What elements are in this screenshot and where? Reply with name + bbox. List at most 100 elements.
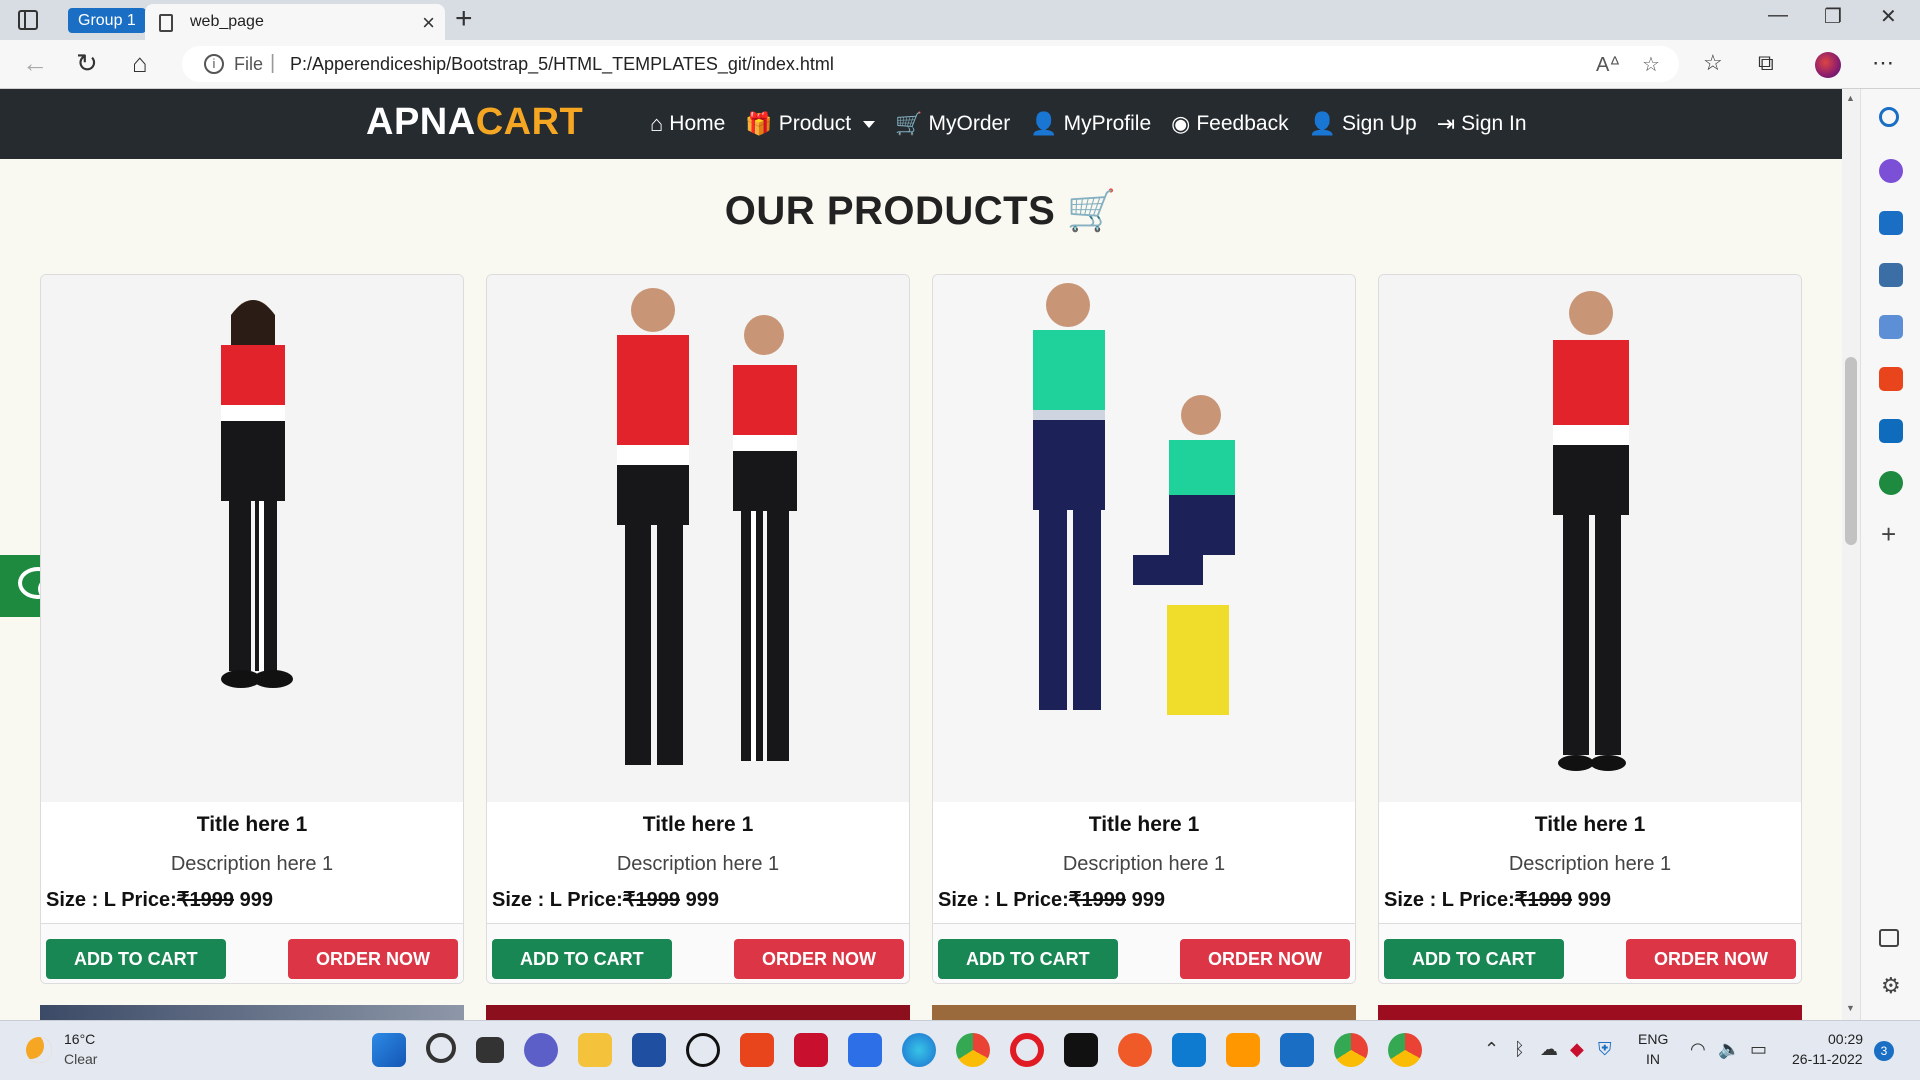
product-image[interactable] xyxy=(933,275,1355,802)
gear-icon[interactable]: ⚙ xyxy=(1881,973,1901,999)
clock-time[interactable]: 00:29 xyxy=(1828,1031,1863,1047)
battery-icon[interactable]: ▭ xyxy=(1750,1039,1767,1060)
next-product-image[interactable] xyxy=(40,1005,464,1020)
intellij-icon[interactable] xyxy=(1064,1033,1098,1067)
cortana-icon[interactable] xyxy=(848,1033,882,1067)
restore-icon[interactable]: ❐ xyxy=(1824,4,1842,29)
order-now-button[interactable]: ORDER NOW xyxy=(288,939,458,979)
add-favorite-icon[interactable]: ☆ xyxy=(1642,52,1660,77)
url-text[interactable]: P:/Apperendiceship/Bootstrap_5/HTML_TEMP… xyxy=(290,54,834,75)
new-tab-icon[interactable]: + xyxy=(455,2,473,36)
profile-avatar[interactable] xyxy=(1815,52,1841,78)
product-price: Size : L Price:₹1999 999 xyxy=(1384,887,1611,912)
dell-icon[interactable] xyxy=(686,1033,720,1067)
product-image[interactable] xyxy=(1379,275,1801,802)
chevron-up-icon[interactable]: ⌃ xyxy=(1484,1039,1499,1060)
brand-logo[interactable]: APNACART xyxy=(366,101,583,144)
scroll-thumb[interactable] xyxy=(1845,357,1857,545)
store-icon[interactable] xyxy=(632,1033,666,1067)
task-view-icon[interactable] xyxy=(476,1037,504,1063)
next-product-image[interactable] xyxy=(932,1005,1356,1020)
file-explorer-icon[interactable] xyxy=(578,1033,612,1067)
info-icon[interactable]: i xyxy=(204,54,224,74)
add-to-cart-button[interactable]: ADD TO CART xyxy=(938,939,1118,979)
section-title-bold: PRODUCTS xyxy=(826,189,1056,233)
scroll-down-icon[interactable]: ▼ xyxy=(1846,1003,1855,1013)
sidebar-toggle-icon[interactable] xyxy=(1879,929,1899,947)
sublime-icon[interactable] xyxy=(1226,1033,1260,1067)
tree-icon[interactable] xyxy=(1879,471,1903,495)
opera-icon[interactable] xyxy=(1010,1033,1044,1067)
office-taskbar-icon[interactable] xyxy=(740,1033,774,1067)
notepad-icon[interactable] xyxy=(1280,1033,1314,1067)
chrome-icon[interactable] xyxy=(956,1033,990,1067)
mcafee-tray-icon[interactable]: ◆ xyxy=(1570,1039,1584,1060)
moon-icon[interactable] xyxy=(26,1037,52,1063)
nav-home[interactable]: ⌂ Home xyxy=(650,111,725,137)
volume-icon[interactable]: 🔈 xyxy=(1718,1039,1740,1060)
add-to-cart-button[interactable]: ADD TO CART xyxy=(492,939,672,979)
tab-actions-icon[interactable] xyxy=(18,10,38,30)
nav-signin-label: Sign In xyxy=(1461,112,1527,135)
clock-date[interactable]: 26-11-2022 xyxy=(1792,1051,1863,1067)
refresh-icon[interactable]: ↻ xyxy=(76,48,98,79)
scroll-up-icon[interactable]: ▲ xyxy=(1846,93,1855,103)
home-browser-icon[interactable]: ⌂ xyxy=(132,48,148,79)
add-to-cart-button[interactable]: ADD TO CART xyxy=(1384,939,1564,979)
onedrive-icon[interactable]: ☁ xyxy=(1540,1039,1558,1060)
tools-icon[interactable] xyxy=(1879,263,1903,287)
mcafee-icon[interactable] xyxy=(794,1033,828,1067)
browser-tab[interactable]: web_page × xyxy=(145,4,445,40)
nav-product-dropdown[interactable]: 🎁 Product xyxy=(745,111,876,137)
search-icon[interactable] xyxy=(1879,107,1899,127)
product-image[interactable] xyxy=(41,275,463,802)
next-product-image[interactable] xyxy=(486,1005,910,1020)
shopping-tag-icon[interactable] xyxy=(1879,211,1903,235)
favorites-icon[interactable]: ☆ xyxy=(1703,50,1723,76)
read-aloud-icon[interactable]: Aᐞ xyxy=(1596,52,1620,77)
more-menu-icon[interactable]: ⋯ xyxy=(1872,50,1894,76)
language-region[interactable]: IN xyxy=(1646,1051,1660,1067)
nav-signup[interactable]: 👤 Sign Up xyxy=(1309,111,1417,137)
weather-temperature[interactable]: 16°C xyxy=(64,1031,95,1047)
order-now-button[interactable]: ORDER NOW xyxy=(1180,939,1350,979)
chrome-profile-icon[interactable] xyxy=(1334,1033,1368,1067)
page-scrollbar[interactable]: ▲ ▼ xyxy=(1842,89,1860,1020)
collections-icon[interactable]: ⧉ xyxy=(1758,50,1774,76)
order-now-button[interactable]: ORDER NOW xyxy=(1626,939,1796,979)
url-input[interactable]: i File | P:/Apperendiceship/Bootstrap_5/… xyxy=(182,46,1679,82)
games-icon[interactable] xyxy=(1879,315,1903,339)
office-icon[interactable] xyxy=(1879,367,1903,391)
tab-group-chip[interactable]: Group 1 xyxy=(68,8,146,33)
back-icon[interactable]: ← xyxy=(22,48,48,79)
close-window-icon[interactable]: ✕ xyxy=(1880,4,1897,29)
weather-condition[interactable]: Clear xyxy=(64,1051,97,1067)
wifi-icon[interactable]: ◠ xyxy=(1690,1039,1706,1060)
notification-badge[interactable]: 3 xyxy=(1874,1041,1894,1061)
nav-feedback[interactable]: ◉ Feedback xyxy=(1171,111,1288,137)
product-card: Title here 1 Description here 1 Size : L… xyxy=(932,274,1356,984)
edge-icon[interactable] xyxy=(902,1033,936,1067)
nav-myorder[interactable]: 🛒 MyOrder xyxy=(895,111,1010,137)
language-indicator[interactable]: ENG xyxy=(1638,1031,1668,1047)
copilot-icon[interactable] xyxy=(1879,159,1903,183)
chrome-profile-2-icon[interactable] xyxy=(1388,1033,1422,1067)
start-icon[interactable] xyxy=(372,1033,406,1067)
old-price: ₹1999 xyxy=(622,889,681,911)
vscode-icon[interactable] xyxy=(1172,1033,1206,1067)
nav-myprofile[interactable]: 👤 MyProfile xyxy=(1030,111,1151,137)
shield-icon[interactable]: ⛨ xyxy=(1598,1039,1612,1060)
brave-icon[interactable] xyxy=(1118,1033,1152,1067)
add-to-cart-button[interactable]: ADD TO CART xyxy=(46,939,226,979)
outlook-icon[interactable] xyxy=(1879,419,1903,443)
teams-chat-icon[interactable] xyxy=(524,1033,558,1067)
next-product-image[interactable] xyxy=(1378,1005,1802,1020)
product-image[interactable] xyxy=(487,275,909,802)
add-icon[interactable]: + xyxy=(1881,519,1896,550)
bluetooth-icon[interactable]: ᛒ xyxy=(1514,1039,1525,1060)
minimize-icon[interactable]: — xyxy=(1768,4,1788,27)
order-now-button[interactable]: ORDER NOW xyxy=(734,939,904,979)
nav-signin[interactable]: ⇥ Sign In xyxy=(1437,111,1527,137)
search-taskbar-icon[interactable] xyxy=(426,1033,456,1063)
close-tab-icon[interactable]: × xyxy=(422,10,435,36)
